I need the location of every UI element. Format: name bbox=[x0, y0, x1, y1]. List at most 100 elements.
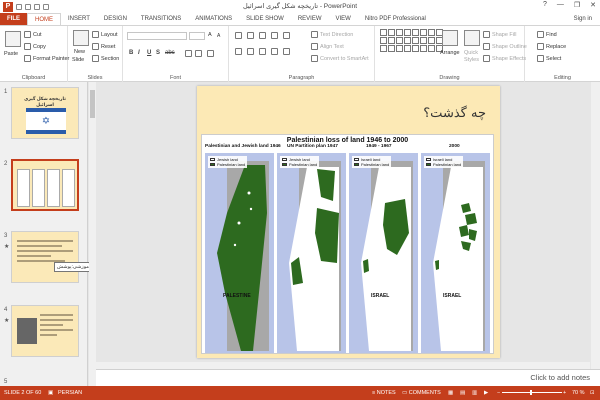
tab-insert[interactable]: INSERT bbox=[61, 13, 97, 25]
normal-view-icon[interactable]: ▦ bbox=[448, 390, 453, 396]
figure-title: Palestinian loss of land 1946 to 2000 bbox=[286, 137, 409, 144]
language-status[interactable]: PERSIAN bbox=[58, 390, 82, 396]
slide-thumbnail-4[interactable] bbox=[11, 305, 79, 357]
notes-button[interactable]: ≡ NOTES bbox=[372, 390, 396, 396]
shapes-gallery[interactable] bbox=[380, 29, 443, 63]
justify-icon[interactable] bbox=[271, 48, 278, 55]
israel-flag-image: ✡ bbox=[26, 108, 66, 134]
select-button[interactable]: Select bbox=[537, 55, 561, 62]
slide-horizontal-scrollbar[interactable] bbox=[96, 362, 590, 369]
find-button[interactable]: Find bbox=[537, 31, 557, 38]
zoom-level[interactable]: 70 % bbox=[572, 390, 585, 396]
tab-file[interactable]: FILE bbox=[0, 13, 27, 25]
map-label: ISRAEL bbox=[371, 293, 390, 299]
minimize-button[interactable]: — bbox=[557, 1, 564, 9]
font-name-combo[interactable] bbox=[127, 32, 187, 40]
scroll-thumb[interactable] bbox=[90, 90, 95, 118]
shrink-font-button[interactable]: A bbox=[217, 33, 220, 39]
zoom-slider[interactable] bbox=[502, 390, 562, 395]
numbering-icon[interactable] bbox=[247, 32, 254, 39]
slideshow-view-icon[interactable]: ▶ bbox=[484, 390, 488, 396]
increase-indent-icon[interactable] bbox=[271, 32, 278, 39]
text-direction-icon bbox=[311, 31, 318, 38]
section-button[interactable]: Section bbox=[92, 55, 119, 62]
tab-animations[interactable]: ANIMATIONS bbox=[188, 13, 239, 25]
tab-transitions[interactable]: TRANSITIONS bbox=[134, 13, 188, 25]
fit-slide-icon[interactable]: ⊡ bbox=[590, 390, 595, 396]
tab-slide-show[interactable]: SLIDE SHOW bbox=[239, 13, 291, 25]
copy-button[interactable]: Copy bbox=[24, 43, 46, 50]
restore-button[interactable]: ❐ bbox=[574, 1, 580, 9]
text-direction-button[interactable]: Text Direction bbox=[311, 31, 353, 38]
strikethrough-button[interactable]: abc bbox=[165, 50, 175, 56]
slide-title[interactable]: چه گذشت؟ bbox=[423, 106, 486, 121]
zoom-in-icon[interactable]: + bbox=[563, 390, 566, 396]
tab-nitro-pdf[interactable]: Nitro PDF Professional bbox=[358, 13, 433, 25]
align-left-icon[interactable] bbox=[235, 48, 242, 55]
font-color-icon[interactable] bbox=[207, 50, 214, 57]
text-lines bbox=[40, 314, 73, 339]
font-label: Font bbox=[169, 75, 181, 81]
format-painter-button[interactable]: Format Painter bbox=[24, 55, 69, 62]
comments-button[interactable]: ▭ COMMENTS bbox=[402, 390, 441, 396]
replace-button[interactable]: Replace bbox=[537, 43, 566, 50]
slide-number: 1 bbox=[4, 89, 8, 95]
close-button[interactable]: ✕ bbox=[590, 1, 596, 9]
bold-button[interactable]: B bbox=[129, 50, 133, 56]
sign-in-link[interactable]: Sign in bbox=[574, 16, 592, 22]
grow-font-button[interactable]: A bbox=[208, 32, 212, 38]
shape-fill-button[interactable]: Shape Fill bbox=[483, 31, 516, 38]
convert-smartart-button[interactable]: Convert to SmartArt bbox=[311, 55, 369, 62]
thumbnail-scrollbar[interactable] bbox=[89, 82, 96, 386]
slide-thumbnail-3[interactable] bbox=[11, 231, 79, 283]
cut-button[interactable]: Cut bbox=[24, 31, 42, 38]
paste-button[interactable]: Paste bbox=[4, 51, 18, 57]
change-case-icon[interactable] bbox=[195, 50, 202, 57]
new-slide-button[interactable]: New bbox=[74, 49, 85, 55]
reset-button[interactable]: Reset bbox=[92, 43, 115, 50]
tab-review[interactable]: REVIEW bbox=[291, 13, 329, 25]
zoom-slider-knob[interactable] bbox=[530, 390, 532, 395]
italic-button[interactable]: I bbox=[138, 50, 140, 56]
layout-button[interactable]: Layout bbox=[92, 31, 118, 38]
slide-thumbnail-2[interactable] bbox=[11, 159, 79, 211]
new-slide-icon[interactable] bbox=[73, 30, 89, 46]
shape-outline-button[interactable]: Shape Outline bbox=[483, 43, 527, 50]
reading-view-icon[interactable]: ▥ bbox=[472, 390, 477, 396]
shape-effects-button[interactable]: Shape Effects bbox=[483, 55, 526, 62]
mini-maps-image bbox=[17, 169, 75, 207]
columns-icon[interactable] bbox=[283, 48, 290, 55]
slide-canvas[interactable]: چه گذشت؟ Palestinian loss of land 1946 t… bbox=[197, 86, 500, 358]
slide-sorter-icon[interactable]: ▤ bbox=[460, 390, 465, 396]
bullets-icon[interactable] bbox=[235, 32, 242, 39]
slide-thumbnail-1[interactable]: تاریخچه شکل گیری اسرائیل ✡ bbox=[11, 87, 79, 139]
tab-home[interactable]: HOME bbox=[27, 13, 61, 25]
arrange-icon[interactable] bbox=[442, 30, 458, 46]
font-size-combo[interactable] bbox=[189, 32, 205, 40]
char-spacing-icon[interactable] bbox=[185, 50, 192, 57]
slide-vertical-scrollbar[interactable] bbox=[591, 82, 600, 369]
tab-view[interactable]: VIEW bbox=[329, 13, 358, 25]
arrange-button[interactable]: Arrange bbox=[440, 50, 460, 56]
paste-icon[interactable] bbox=[5, 31, 21, 47]
tab-design[interactable]: DESIGN bbox=[97, 13, 134, 25]
shadow-button[interactable]: S bbox=[156, 50, 160, 56]
land-loss-maps-image[interactable]: Palestinian loss of land 1946 to 2000 Pa… bbox=[201, 134, 494, 354]
help-button[interactable]: ? bbox=[543, 1, 547, 9]
zoom-out-icon[interactable]: − bbox=[497, 390, 500, 396]
underline-button[interactable]: U bbox=[147, 50, 151, 56]
map-1949-1967: Israeli land Palestinian land ISRAEL bbox=[349, 153, 418, 353]
line-spacing-icon[interactable] bbox=[283, 32, 290, 39]
align-right-icon[interactable] bbox=[259, 48, 266, 55]
map-2000: Israeli land Palestinian land ISRAEL bbox=[421, 153, 490, 353]
proofing-icon[interactable]: ▣ bbox=[48, 390, 53, 396]
clipboard-group: Paste Cut Copy Format Painter Clipboard bbox=[0, 26, 69, 82]
align-text-button[interactable]: Align Text bbox=[311, 43, 344, 50]
new-slide-button-line2[interactable]: Slide bbox=[72, 57, 84, 63]
quick-styles-button[interactable]: Quick bbox=[464, 50, 478, 56]
notes-pane[interactable]: Click to add notes bbox=[96, 369, 600, 386]
align-center-icon[interactable] bbox=[247, 48, 254, 55]
quick-styles-icon[interactable] bbox=[464, 30, 480, 46]
quick-styles-button-line2[interactable]: Styles bbox=[464, 57, 479, 63]
decrease-indent-icon[interactable] bbox=[259, 32, 266, 39]
